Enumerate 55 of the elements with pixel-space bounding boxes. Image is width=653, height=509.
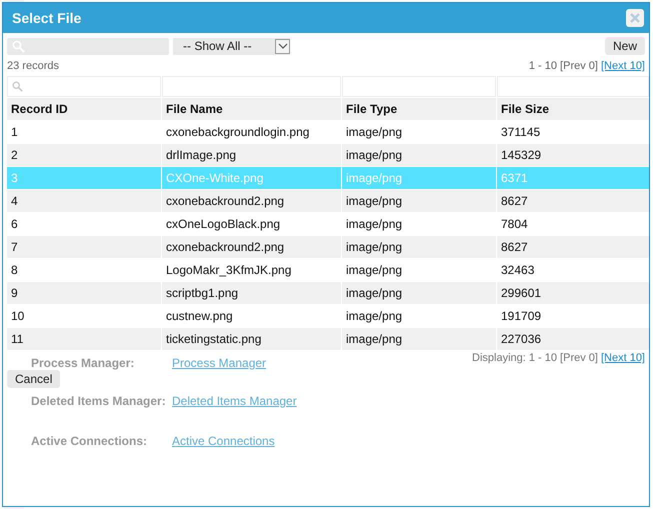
column-header[interactable]: File Name <box>162 98 341 120</box>
column-header[interactable]: Record ID <box>7 98 161 120</box>
column-header[interactable]: File Size <box>497 98 649 120</box>
column-filter-field[interactable] <box>7 76 161 97</box>
pager-text: 1 - 10 [Prev 0] <box>528 60 598 72</box>
table-row[interactable]: 6 cxOneLogoBlack.png image/png 7804 <box>7 213 649 235</box>
table-cell: image/png <box>342 236 496 258</box>
table-row[interactable]: 9 scriptbg1.png image/png 299601 <box>7 282 649 304</box>
table-cell: image/png <box>342 328 496 350</box>
table-row[interactable]: 11 ticketingstatic.png image/png 227036 <box>7 328 649 350</box>
table-row[interactable]: 1 cxonebackgroundlogin.png image/png 371145 <box>7 121 649 143</box>
column-header[interactable]: File Type <box>342 98 496 120</box>
table-cell: 4 <box>7 190 161 212</box>
cancel-button[interactable]: Cancel <box>7 370 60 388</box>
filter-dropdown[interactable]: -- Show All -- <box>173 38 290 54</box>
table-cell: cxonebackround2.png <box>162 190 341 212</box>
table-cell: 8627 <box>497 190 649 212</box>
table-row[interactable]: 7 cxonebackround2.png image/png 8627 <box>7 236 649 258</box>
table-cell: 3 <box>7 167 161 189</box>
next-page-link[interactable]: [Next 10] <box>600 352 645 364</box>
table-cell: image/png <box>342 282 496 304</box>
new-button[interactable]: New <box>604 37 645 55</box>
table-cell: scriptbg1.png <box>162 282 341 304</box>
table-cell: 9 <box>7 282 161 304</box>
table-cell: CXOne-White.png <box>162 167 341 189</box>
setting-label: Deleted Items Manager: <box>31 394 167 408</box>
table-cell: drlImage.png <box>162 144 341 166</box>
pager-text: Displaying: 1 - 10 [Prev 0] <box>472 352 598 364</box>
table-cell: 8627 <box>497 236 649 258</box>
table-cell: image/png <box>342 144 496 166</box>
table-cell: image/png <box>342 167 496 189</box>
table-cell: 6371 <box>497 167 649 189</box>
table-cell: 145329 <box>497 144 649 166</box>
table-cell: ticketingstatic.png <box>162 328 341 350</box>
close-icon <box>630 13 640 23</box>
table-cell: cxonebackround2.png <box>162 236 341 258</box>
table-cell: 2 <box>7 144 161 166</box>
dialog-title: Select File <box>12 10 82 26</box>
next-page-link[interactable]: [Next 10] <box>600 60 645 72</box>
setting-label: Active Connections: <box>31 434 148 448</box>
table-row[interactable]: 2 drlImage.png image/png 145329 <box>7 144 649 166</box>
table-cell: image/png <box>342 190 496 212</box>
table-row[interactable]: 4 cxonebackround2.png image/png 8627 <box>7 190 649 212</box>
table-cell: 7 <box>7 236 161 258</box>
table-cell: 11 <box>7 328 161 350</box>
column-filter-field[interactable] <box>497 76 649 97</box>
table-cell: 299601 <box>497 282 649 304</box>
close-button[interactable] <box>626 9 644 27</box>
search-icon <box>12 81 23 92</box>
table-row[interactable]: 10 custnew.png image/png 191709 <box>7 305 649 327</box>
record-count: 23 records <box>7 60 59 72</box>
setting-label: Process Manager: <box>31 356 136 370</box>
table-row[interactable]: 8 LogoMakr_3KfmJK.png image/png 32463 <box>7 259 649 281</box>
table-cell: 227036 <box>497 328 649 350</box>
caret-icon <box>278 43 288 49</box>
